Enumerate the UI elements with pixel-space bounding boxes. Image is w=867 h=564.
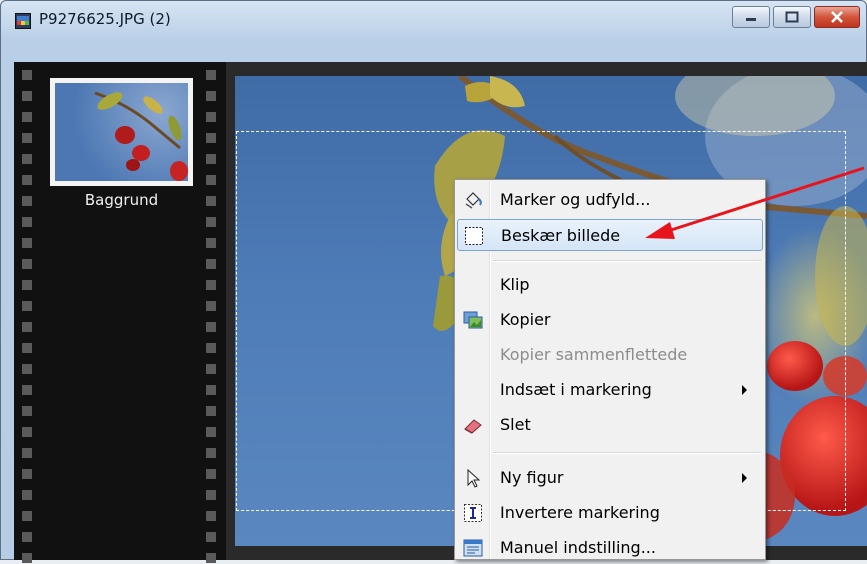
menu-item-invertere-markering[interactable]: Invertere markering (457, 497, 763, 529)
sprocket-hole (22, 469, 32, 479)
invert-icon (464, 504, 482, 522)
menu-item-klip[interactable]: Klip (457, 269, 763, 301)
window-title: P9276625.JPG (2) (39, 10, 171, 28)
sprocket-hole (22, 175, 32, 185)
layer-label: Baggrund (84, 191, 159, 209)
eraser-icon (464, 419, 482, 434)
sprocket-hole (22, 553, 32, 563)
menu-item-ny-figur[interactable]: Ny figur (457, 462, 763, 494)
menu-item-manuel-indstilling[interactable]: Manuel indstilling... (457, 532, 763, 564)
menu-item-indsaet-i-markering[interactable]: Indsæt i markering (457, 374, 763, 406)
sprocket-hole (206, 448, 216, 458)
sprocket-hole (206, 532, 216, 542)
sprocket-hole (22, 322, 32, 332)
menu-item-slet[interactable]: Slet (457, 409, 763, 441)
film-sprocket-holes (204, 62, 218, 563)
sprocket-hole (22, 490, 32, 500)
sprocket-hole (22, 364, 32, 374)
layer-filmstrip: Baggrund (14, 62, 226, 563)
sprocket-hole (206, 112, 216, 122)
sprocket-hole (206, 553, 216, 563)
sprocket-hole (206, 469, 216, 479)
sprocket-hole (22, 196, 32, 206)
layer-thumbnail-image (55, 83, 188, 181)
sprocket-hole (22, 217, 32, 227)
sprocket-hole (22, 448, 32, 458)
sprocket-hole (206, 301, 216, 311)
title-bar[interactable]: P9276625.JPG (2) (1, 1, 866, 41)
image-file-icon (15, 13, 31, 29)
sprocket-hole (206, 406, 216, 416)
menu-item-kopier-sammenflettede[interactable]: Kopier sammenflettede (457, 339, 763, 371)
minimize-icon (746, 18, 756, 21)
sprocket-hole (206, 238, 216, 248)
sprocket-hole (22, 427, 32, 437)
sprocket-hole (22, 301, 32, 311)
sprocket-hole (22, 406, 32, 416)
sprocket-hole (22, 112, 32, 122)
sprocket-hole (206, 196, 216, 206)
copy-image-icon (463, 311, 483, 329)
submenu-arrow-icon (742, 473, 747, 483)
sprocket-hole (206, 385, 216, 395)
menu-separator (493, 452, 761, 454)
sprocket-hole (206, 427, 216, 437)
sprocket-hole (206, 133, 216, 143)
sprocket-hole (206, 91, 216, 101)
maximize-icon (785, 11, 799, 23)
sprocket-hole (206, 70, 216, 80)
sprocket-hole (206, 490, 216, 500)
sprocket-hole (206, 280, 216, 290)
sprocket-hole (22, 511, 32, 521)
sprocket-hole (206, 217, 216, 227)
sprocket-hole (22, 91, 32, 101)
close-button[interactable] (814, 6, 860, 28)
sprocket-hole (22, 70, 32, 80)
menu-separator (493, 260, 761, 262)
close-icon (831, 11, 843, 23)
menu-item-beskaer-billede[interactable]: Beskær billede (457, 219, 763, 251)
menu-item-marker-og-udfyld[interactable]: Marker og udfyld... (457, 184, 763, 216)
sprocket-hole (22, 238, 32, 248)
submenu-arrow-icon (742, 385, 747, 395)
manual-settings-icon (463, 539, 483, 557)
film-sprocket-holes (20, 62, 34, 563)
sprocket-hole (206, 259, 216, 269)
context-menu: Marker og udfyld... Beskær billede Klip … (454, 179, 766, 560)
layer-thumbnail[interactable] (50, 78, 193, 186)
pointer-icon (467, 468, 481, 488)
sprocket-hole (22, 280, 32, 290)
crop-selection-icon (465, 227, 483, 245)
sprocket-hole (206, 364, 216, 374)
minimize-button[interactable] (732, 6, 770, 28)
fill-bucket-icon (465, 192, 482, 209)
sprocket-hole (206, 343, 216, 353)
sprocket-hole (22, 343, 32, 353)
sprocket-hole (206, 154, 216, 164)
sprocket-hole (206, 175, 216, 185)
sprocket-hole (206, 511, 216, 521)
menu-item-kopier[interactable]: Kopier (457, 304, 763, 336)
sprocket-hole (22, 154, 32, 164)
maximize-button[interactable] (773, 6, 811, 28)
sprocket-hole (22, 133, 32, 143)
sprocket-hole (22, 385, 32, 395)
sprocket-hole (206, 322, 216, 332)
sprocket-hole (22, 532, 32, 542)
sprocket-hole (22, 259, 32, 269)
